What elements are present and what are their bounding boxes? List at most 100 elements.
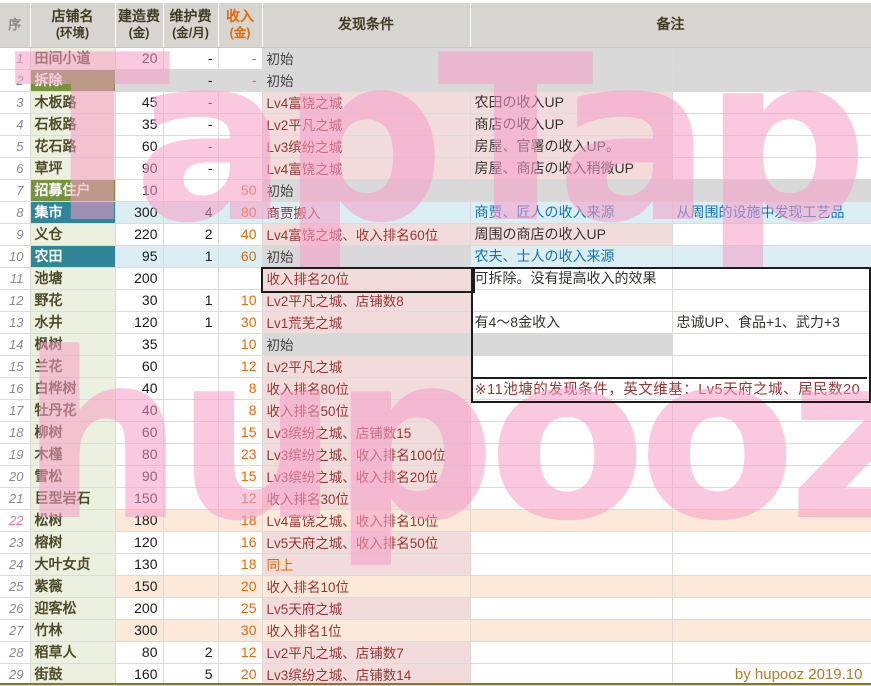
cell-build-cost: 35 — [115, 333, 164, 356]
table-row: 9 义仓 220 2 40 Lv4富饶之城、收入排名60位 周围の商店の收入UP — [0, 223, 871, 246]
cell-remark-2 — [672, 179, 871, 202]
cell-build-cost: 45 — [115, 91, 164, 114]
cell-shop-name: 稻草人 — [30, 641, 116, 664]
cell-income: 23 — [218, 443, 263, 466]
cell-remark-1 — [470, 553, 673, 576]
table-row: 10 农田 95 1 60 初始 农夫、士人の收入来源 — [0, 245, 871, 268]
cell-seq: 27 — [0, 619, 31, 642]
cell-build-cost: 90 — [115, 157, 164, 180]
cell-remark-1 — [470, 69, 673, 92]
cell-remark-1 — [470, 179, 673, 202]
cell-condition: Lv3缤纷之城、店铺数14 — [262, 663, 471, 686]
table-row: 28 稻草人 80 2 12 Lv2平凡之城、店铺数7 — [0, 641, 871, 664]
cell-build-cost — [115, 69, 164, 92]
cell-condition: Lv2平凡之城、店铺数7 — [262, 641, 471, 664]
cell-income: 80 — [218, 201, 263, 224]
cell-shop-name: 农田 — [30, 245, 116, 268]
cell-shop-name: 义仓 — [30, 223, 116, 246]
cell-shop-name: 集市 — [30, 201, 116, 224]
cell-condition: 收入排名20位 — [262, 267, 471, 290]
cell-condition: 初始 — [262, 69, 471, 92]
cell-seq: 17 — [0, 399, 31, 422]
cell-build-cost: 90 — [115, 465, 164, 488]
header-shop-name-line1: 店铺名 — [51, 8, 94, 25]
cell-remark-1 — [470, 465, 673, 488]
cell-remark-1: 周围の商店の收入UP — [470, 223, 673, 246]
cell-seq: 26 — [0, 597, 31, 620]
cell-maint-cost — [163, 377, 219, 400]
cell-shop-name: 大叶女贞 — [30, 553, 116, 576]
cell-remark-2 — [672, 113, 871, 136]
cell-income: 18 — [218, 553, 263, 576]
cell-condition: 收入排名50位 — [262, 399, 471, 422]
cell-condition: Lv2平凡之城、店铺数8 — [262, 289, 471, 312]
cell-income: 15 — [218, 421, 263, 444]
header-build-line2: (金) — [128, 25, 150, 40]
table-row: 2 拆除 - - 初始 — [0, 69, 871, 92]
cell-remark-1 — [470, 355, 673, 378]
table-row: 7 招募住户 10 50 初始 — [0, 179, 871, 202]
cell-shop-name: 木槿 — [30, 443, 116, 466]
cell-maint-cost — [163, 179, 219, 202]
table-row: 3 木板路 45 - Lv4富饶之城 农田の收入UP — [0, 91, 871, 114]
cell-remark-2 — [672, 465, 871, 488]
cell-remark-1 — [470, 399, 673, 422]
cell-shop-name: 拆除 — [30, 69, 116, 92]
cell-remark-1: ※11池塘的发现条件，英文维基：Lv5天府之城、居民数20 — [470, 377, 871, 400]
shop-guide-spreadsheet: 序 店铺名 (环境) 建造费 (金) 维护费 (金/月) 收入 (金) 发现条件 — [0, 0, 871, 686]
cell-maint-cost: 2 — [163, 641, 219, 664]
cell-seq: 9 — [0, 223, 31, 246]
cell-shop-name: 牡丹花 — [30, 399, 116, 422]
cell-build-cost: 60 — [115, 421, 164, 444]
cell-shop-name: 迎客松 — [30, 597, 116, 620]
cell-build-cost: 35 — [115, 113, 164, 136]
cell-seq: 13 — [0, 311, 31, 334]
cell-seq: 21 — [0, 487, 31, 510]
cell-shop-name: 石板路 — [30, 113, 116, 136]
cell-income: 12 — [218, 641, 263, 664]
header-shop-name: 店铺名 (环境) — [30, 3, 116, 48]
cell-shop-name: 兰花 — [30, 355, 116, 378]
table-row: 12 野花 30 1 10 Lv2平凡之城、店铺数8 — [0, 289, 871, 312]
cell-condition: 初始 — [262, 179, 471, 202]
cell-shop-name: 柳树 — [30, 421, 116, 444]
table-row: 25 紫薇 150 20 收入排名10位 — [0, 575, 871, 598]
cell-seq: 8 — [0, 201, 31, 224]
cell-build-cost: 20 — [115, 47, 164, 70]
cell-income: 30 — [218, 619, 263, 642]
cell-build-cost: 150 — [115, 575, 164, 598]
cell-remark-1: 房屋、官署の收入UP。 — [470, 135, 673, 158]
cell-seq: 11 — [0, 267, 31, 290]
cell-maint-cost — [163, 597, 219, 620]
header-build-line1: 建造费 — [118, 8, 160, 25]
cell-seq: 20 — [0, 465, 31, 488]
cell-income: 25 — [218, 597, 263, 620]
cell-condition: Lv3缤纷之城 — [262, 135, 471, 158]
table-row: 5 花石路 60 - Lv3缤纷之城 房屋、官署の收入UP。 — [0, 135, 871, 158]
cell-remark-1: 可拆除。没有提高收入的效果 — [470, 267, 673, 290]
cell-maint-cost — [163, 553, 219, 576]
cell-build-cost: 95 — [115, 245, 164, 268]
cell-income: 60 — [218, 245, 263, 268]
header-maint-line2: (金/月) — [172, 25, 209, 40]
cell-seq: 1 — [0, 47, 31, 70]
cell-remark-1 — [470, 421, 673, 444]
table-row: 21 巨型岩石 150 12 收入排名30位 — [0, 487, 871, 510]
header-income-line1: 收入 — [226, 8, 254, 25]
cell-remark-1: 有4～8金收入 — [470, 311, 673, 334]
cell-condition: Lv5天府之城、收入排名50位 — [262, 531, 471, 554]
cell-maint-cost: 1 — [163, 311, 219, 334]
cell-condition: Lv4富饶之城、收入排名10位 — [262, 509, 471, 532]
cell-income: 10 — [218, 289, 263, 312]
cell-remark-2: 从周围的设施中发现工艺品 — [672, 201, 871, 224]
header-row: 序 店铺名 (环境) 建造费 (金) 维护费 (金/月) 收入 (金) 发现条件 — [0, 3, 871, 48]
cell-condition: 收入排名80位 — [262, 377, 471, 400]
cell-income — [218, 135, 263, 158]
cell-build-cost: 80 — [115, 641, 164, 664]
cell-condition: Lv3缤纷之城、收入排名20位 — [262, 465, 471, 488]
cell-build-cost: 10 — [115, 179, 164, 202]
cell-seq: 19 — [0, 443, 31, 466]
cell-condition: 收入排名1位 — [262, 619, 471, 642]
cell-seq: 25 — [0, 575, 31, 598]
table-row: 6 草坪 90 - Lv4富饶之城 房屋、商店の收入稍微UP — [0, 157, 871, 180]
